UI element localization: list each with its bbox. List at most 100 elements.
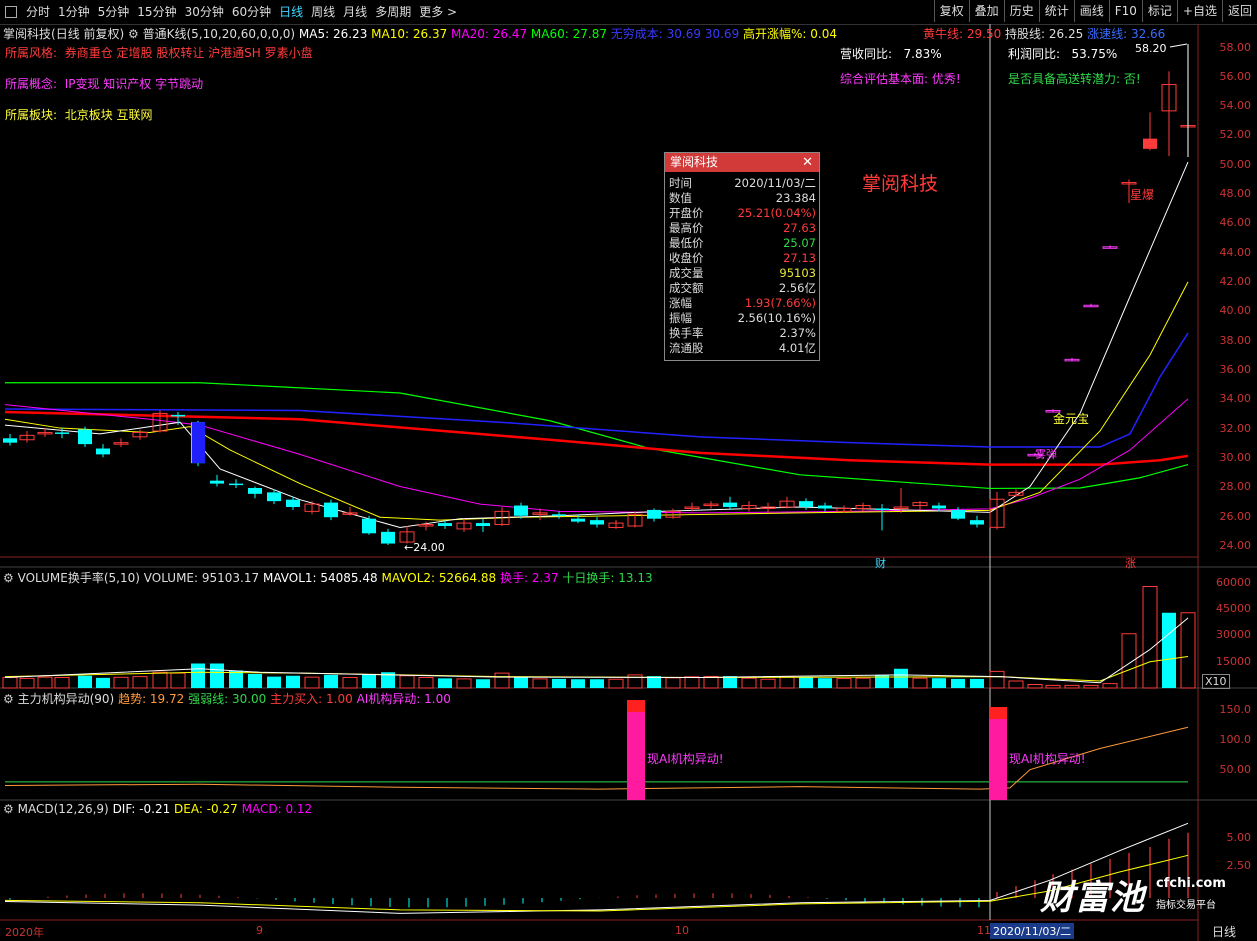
collapse-icon[interactable]: ⚙ [3, 802, 14, 816]
popup-row: 振幅 2.56(10.16%) [665, 311, 819, 326]
candle-body [723, 502, 737, 507]
popup-row: 成交量 95103 [665, 266, 819, 281]
candle-body [171, 414, 185, 417]
gold-signal-label: 金元宝 [1053, 412, 1090, 426]
volume-bar [54, 677, 70, 689]
quote-popup[interactable]: 掌阅科技 ✕ 时间 2020/11/03/二 数值 23.384 开盘价 25.21(0.… [664, 152, 820, 361]
popup-rows: 时间 2020/11/03/二 数值 23.384 开盘价 25.21(0.04%) 最高价… [665, 172, 819, 356]
settings-gear-icon[interactable]: ⚙ [128, 27, 139, 41]
candle-body [932, 505, 946, 509]
profit-info: 利润同比: 53.75% [1008, 45, 1117, 62]
macd-title[interactable]: MACD(12,26,9) [18, 802, 109, 816]
candle-body [248, 487, 262, 494]
finance-marker: 财 [875, 557, 886, 570]
popup-header[interactable]: 掌阅科技 ✕ [665, 153, 819, 172]
limit-up-marker: 涨 [1125, 557, 1136, 570]
candle-body [571, 518, 585, 522]
volume-bar [818, 678, 832, 688]
close-icon[interactable]: ✕ [802, 153, 813, 172]
volume-bar [229, 670, 243, 688]
revenue-info: 营收同比: 7.83% [840, 45, 942, 62]
buy-value: 主力买入: 1.00 [270, 692, 353, 706]
volume-value: VOLUME: 95103.17 [143, 571, 260, 585]
popup-row-value: 4.01亿 [778, 341, 816, 355]
candle-body [192, 422, 205, 464]
turnover-value: 换手: 2.37 [500, 571, 559, 585]
adjust-mode: (日线 前复权) [51, 27, 125, 41]
popup-row-key: 振幅 [669, 311, 692, 325]
volume-header: ⚙ VOLUME换手率(5,10) VOLUME: 95103.17 MAVOL… [3, 569, 653, 586]
volume-bar [932, 678, 946, 688]
volume-bar [78, 675, 92, 688]
volume-bar [304, 676, 320, 689]
volume-title[interactable]: VOLUME换手率(5,10) [18, 571, 140, 585]
candle-body [3, 438, 17, 443]
volume-bar [912, 677, 928, 689]
popup-row-value: 2020/11/03/二 [734, 176, 816, 190]
ma20-value: MA20: 26.47 [451, 27, 528, 41]
side-header: 黄牛线: 29.50 持股线: 26.25 涨速线: 32.66 [923, 25, 1165, 42]
popup-row-value: 27.13 [783, 251, 816, 265]
style-value: 券商重仓 定增股 股权转让 沪港通SH 罗素小盘 [64, 46, 313, 60]
eval-info: 综合评估基本面: 优秀! [840, 72, 961, 86]
volume-bar [590, 679, 604, 688]
ai-value: AI机构异动: 1.00 [356, 692, 451, 706]
popup-row: 数值 23.384 [665, 191, 819, 206]
stock-watermark: 掌阅科技 [862, 173, 939, 195]
collapse-icon[interactable]: ⚙ [3, 692, 14, 706]
candle-body [951, 509, 965, 519]
chart-canvas[interactable] [0, 0, 1257, 941]
dif-value: DIF: -0.21 [112, 802, 171, 816]
candle-body [229, 483, 243, 486]
transfer-info: 是否具备高送转潜力: 否! [1008, 72, 1141, 86]
buy-signal-cap [627, 700, 645, 712]
candle-body [875, 508, 889, 510]
popup-row-key: 时间 [669, 176, 692, 190]
volume-bar [1083, 684, 1099, 689]
volume-bar [248, 674, 262, 688]
popup-row: 最高价 27.63 [665, 221, 819, 236]
candle-body [552, 514, 566, 516]
volume-bar [1045, 684, 1061, 689]
profit-value: 53.75% [1071, 47, 1118, 61]
volume-bar [438, 678, 452, 688]
collapse-icon[interactable]: ⚙ [3, 571, 14, 585]
volume-bar [855, 677, 871, 689]
revenue-label: 营收同比: [840, 47, 893, 61]
volume-bar [1102, 683, 1118, 689]
popup-row-value: 2.56(10.16%) [737, 311, 816, 325]
volume-bar [571, 679, 585, 688]
popup-row-value: 1.93(7.66%) [744, 296, 816, 310]
volume-bar [113, 676, 129, 689]
volume-bar [1180, 612, 1196, 689]
popup-row: 流通股 4.01亿 [665, 341, 819, 356]
ma60-line [5, 382, 1189, 490]
popup-row: 涨幅 1.93(7.66%) [665, 296, 819, 311]
fund-header: ⚙ 主力机构异动(90) 趋势: 19.72 强弱线: 30.00 主力买入: … [3, 690, 451, 707]
date-month-9: 9 [256, 924, 263, 937]
fund-title[interactable]: 主力机构异动(90) [18, 692, 115, 706]
logo-site: cfchi.com [1156, 876, 1226, 891]
volume-bar [1008, 680, 1024, 689]
turnover10-value: 十日换手: 13.13 [562, 571, 653, 585]
popup-row-key: 开盘价 [669, 206, 704, 220]
macd-header: ⚙ MACD(12,26,9) DIF: -0.21 DEA: -0.27 MA… [3, 802, 312, 816]
strong-value: 强弱线: 30.00 [188, 692, 267, 706]
stock-name: 掌阅科技 [3, 27, 52, 41]
dea-line [4, 854, 1189, 912]
candle-body [362, 518, 376, 534]
popup-row-key: 最高价 [669, 221, 704, 235]
sector-value: 北京板块 互联网 [64, 108, 153, 122]
candle-body [438, 523, 452, 526]
candle-body [324, 502, 338, 518]
volume-bar [894, 668, 908, 688]
candle-body [1143, 138, 1157, 149]
popup-row-key: 换手率 [669, 326, 704, 340]
volume-bar [514, 677, 528, 688]
popup-row-key: 数值 [669, 191, 692, 205]
ma60-value: MA60: 27.87 [530, 27, 607, 41]
candle-body [55, 432, 69, 434]
ai-signal-bar [989, 707, 1007, 800]
volume-bar [132, 676, 148, 689]
kline-label[interactable]: 普通K线(5,10,20,60,0,0,0) [143, 27, 295, 41]
